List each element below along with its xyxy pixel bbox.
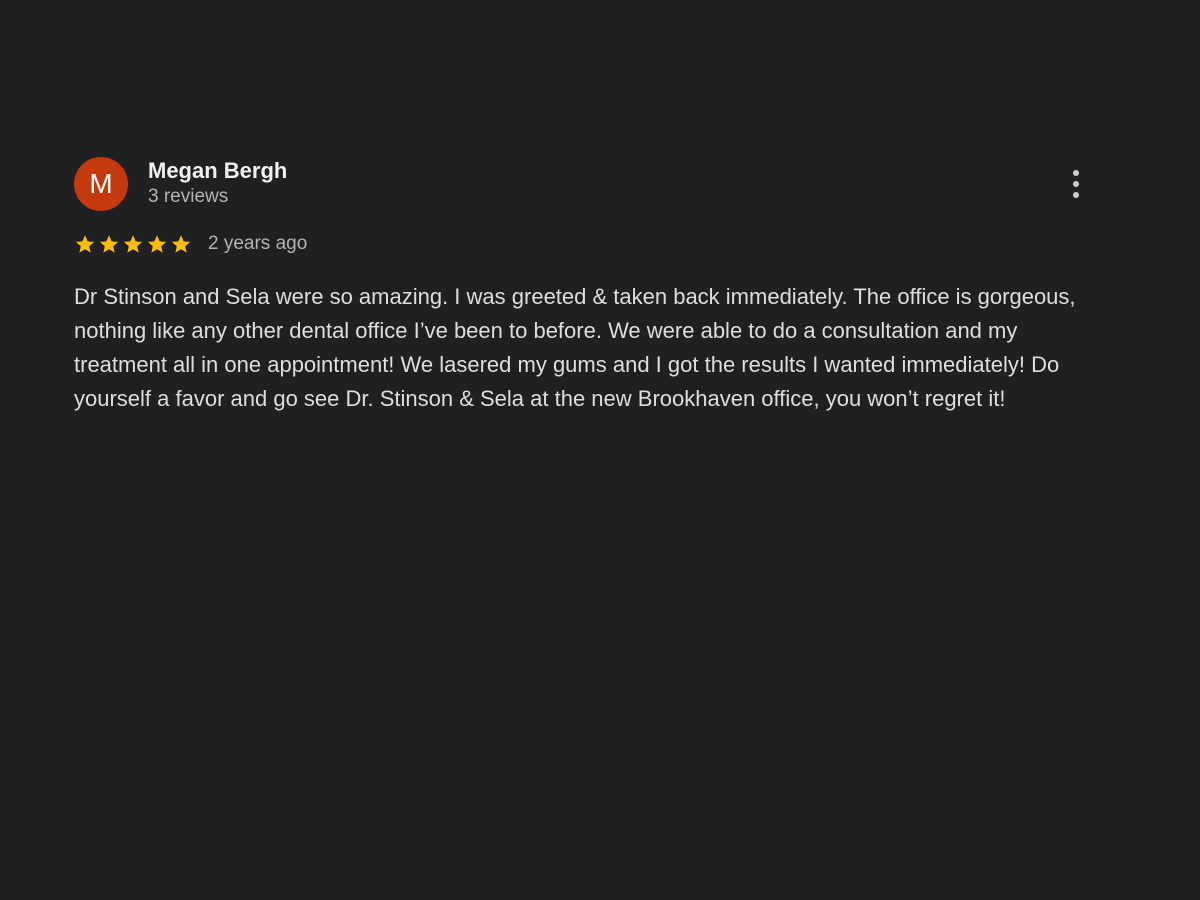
review-text: Dr Stinson and Sela were so amazing. I w… [74,284,1076,411]
author-meta: Megan Bergh 3 reviews [148,157,287,209]
star-icon [98,233,120,255]
more-vert-icon [1073,170,1079,176]
star-icon [170,233,192,255]
review-header: M Megan Bergh 3 reviews [74,157,1124,211]
review-count[interactable]: 3 reviews [148,185,287,209]
star-icon [146,233,168,255]
avatar[interactable]: M [74,157,128,211]
rating-row: 2 years ago [74,230,1124,258]
star-icon [122,233,144,255]
more-vert-icon-dot [1073,181,1079,187]
star-icon [74,233,96,255]
more-vert-icon-dot [1073,192,1079,198]
review-card: M Megan Bergh 3 reviews 2 years ago Dr S… [74,157,1124,416]
review-time: 2 years ago [208,233,308,254]
star-rating [74,233,194,255]
author-name[interactable]: Megan Bergh [148,157,287,185]
more-options-button[interactable] [1066,167,1086,201]
